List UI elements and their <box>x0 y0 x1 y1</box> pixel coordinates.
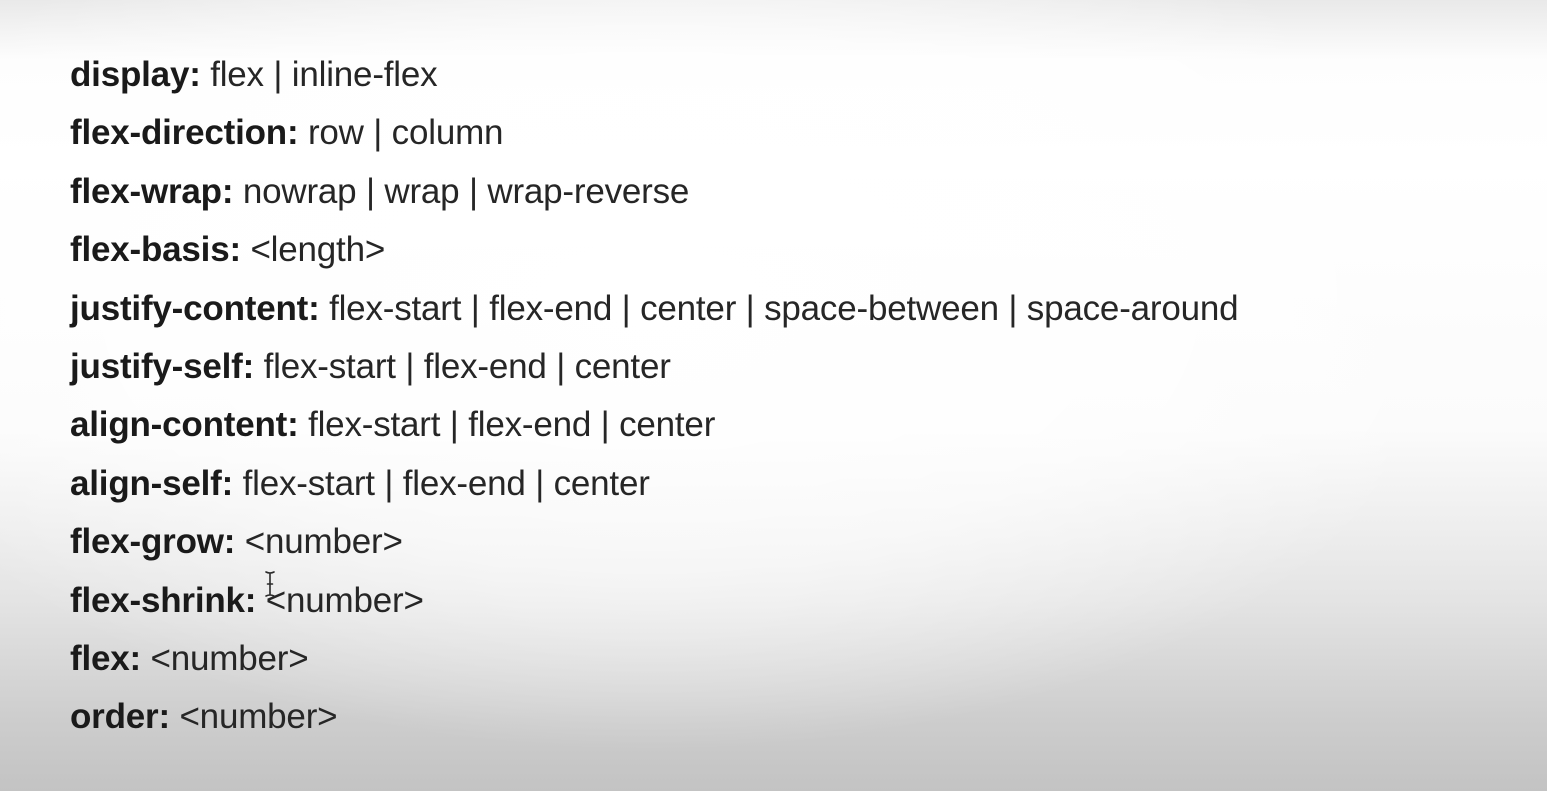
property-values: flex | inline-flex <box>200 55 438 94</box>
property-values: flex-start | flex-end | center | space-b… <box>319 288 1239 328</box>
property-flex-basis: flex-basis: <length> <box>70 221 1238 279</box>
property-flex-wrap: flex-wrap: nowrap | wrap | wrap-reverse <box>70 163 1238 221</box>
property-values: <number> <box>235 522 403 562</box>
slide: display: flex | inline-flex flex-directi… <box>0 0 1547 791</box>
property-name: display: <box>70 55 201 94</box>
property-name: align-content: <box>70 405 299 445</box>
property-name: flex: <box>70 638 141 678</box>
property-flex-shrink: flex-shrink: <number> <box>70 572 1238 630</box>
property-justify-content: justify-content: flex-start | flex-end |… <box>70 280 1239 338</box>
property-order: order: <number> <box>70 688 1238 746</box>
property-name: flex-direction: <box>70 113 299 153</box>
property-name: justify-content: <box>70 288 320 328</box>
property-flex: flex: <number> <box>70 630 1238 688</box>
property-justify-self: justify-self: flex-start | flex-end | ce… <box>70 338 1238 396</box>
property-flex-grow: flex-grow: <number> <box>70 513 1238 571</box>
property-values: flex-start | flex-end | center <box>298 405 716 445</box>
property-values: flex-start | flex-end | center <box>254 346 671 386</box>
property-name: flex-wrap: <box>70 171 234 211</box>
property-align-self: align-self: flex-start | flex-end | cent… <box>70 455 1238 513</box>
text-cursor-icon <box>265 571 275 597</box>
property-values: row | column <box>298 113 504 153</box>
property-name: flex-shrink: <box>70 580 257 620</box>
property-align-content: align-content: flex-start | flex-end | c… <box>70 396 1238 454</box>
property-name: flex-basis: <box>70 230 241 270</box>
property-name: order: <box>70 697 170 737</box>
property-name: justify-self: <box>70 346 255 386</box>
property-values: <length> <box>240 230 386 270</box>
property-values: <number> <box>256 580 424 620</box>
property-name: align-self: <box>70 463 234 503</box>
flex-properties-list: display: flex | inline-flex flex-directi… <box>70 46 1239 747</box>
property-values: nowrap | wrap | wrap-reverse <box>233 171 690 211</box>
property-flex-direction: flex-direction: row | column <box>70 104 1238 162</box>
property-values: <number> <box>140 638 309 678</box>
property-values: <number> <box>169 697 338 737</box>
property-name: flex-grow: <box>70 522 236 562</box>
property-display: display: flex | inline-flex <box>70 46 1238 104</box>
property-values: flex-start | flex-end | center <box>233 463 650 503</box>
